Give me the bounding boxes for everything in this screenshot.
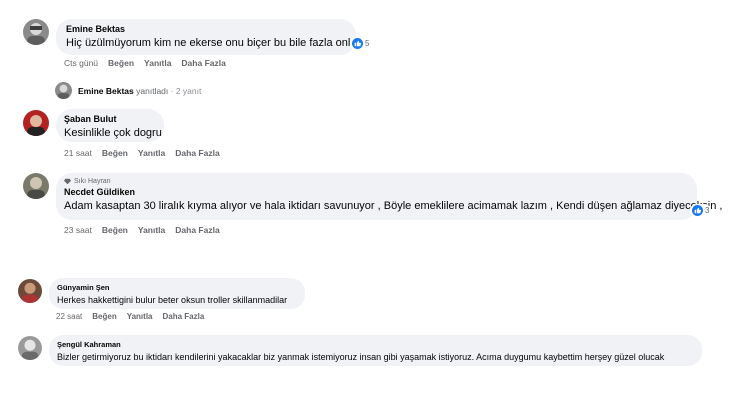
timestamp[interactable]: 22 saat: [56, 312, 82, 321]
avatar[interactable]: [18, 279, 42, 303]
comment-text: Herkes hakkettigini bulur beter oksun tr…: [57, 295, 288, 305]
comment-author[interactable]: Günyamin Şen: [57, 283, 297, 292]
like-button[interactable]: Beğen: [102, 148, 128, 158]
comment-author[interactable]: Şengül Kahraman: [57, 340, 694, 349]
comment-actions: 21 saat Beğen Yanıtla Daha Fazla: [64, 148, 220, 158]
badge-label: Sıkı Hayran: [74, 178, 111, 185]
comment-actions: 23 saat Beğen Yanıtla Daha Fazla: [64, 225, 220, 235]
reply-button[interactable]: Yanıtla: [127, 312, 153, 321]
comment-text: Hiç üzülmüyorum kim ne ekerse onu biçer …: [66, 37, 367, 49]
comment-text: Kesinlikle çok dogru: [64, 127, 162, 139]
comment-bubble: Günyamin Şen Herkes hakkettigini bulur b…: [49, 278, 305, 309]
diamond-icon: [64, 178, 71, 185]
comment-bubble: Şaban Bulut Kesinlikle çok dogru: [56, 109, 164, 142]
like-button[interactable]: Beğen: [102, 225, 128, 235]
reply-action: yanıtladı: [136, 85, 169, 96]
comment-author[interactable]: Emine Bektas: [66, 24, 346, 34]
like-button[interactable]: Beğen: [108, 58, 134, 68]
comment-bubble: Emine Bektas Hiç üzülmüyorum kim ne eker…: [56, 19, 367, 55]
reply-button[interactable]: Yanıtla: [138, 148, 165, 158]
comment-bubble: Şengül Kahraman Bizler getirmiyoruz bu i…: [49, 335, 702, 366]
comment-author[interactable]: Necdet Güldiken: [64, 187, 689, 197]
reaction-count[interactable]: 3: [690, 204, 712, 217]
timestamp[interactable]: Cts günü: [64, 58, 98, 68]
like-button[interactable]: Beğen: [92, 312, 116, 321]
more-button[interactable]: Daha Fazla: [175, 225, 219, 235]
comment-actions: Cts günü Beğen Yanıtla Daha Fazla: [64, 58, 226, 68]
comment-author[interactable]: Şaban Bulut: [64, 114, 156, 124]
reaction-number: 5: [365, 39, 370, 48]
timestamp[interactable]: 23 saat: [64, 225, 92, 235]
reply-author: Emine Bektas: [78, 85, 134, 96]
avatar[interactable]: [23, 110, 49, 136]
reaction-number: 3: [705, 206, 710, 215]
thumbs-up-icon: [352, 38, 363, 49]
avatar[interactable]: [23, 173, 49, 199]
more-button[interactable]: Daha Fazla: [175, 148, 219, 158]
reply-button[interactable]: Yanıtla: [138, 225, 165, 235]
more-button[interactable]: Daha Fazla: [181, 58, 225, 68]
fan-badge[interactable]: Sıkı Hayran: [64, 178, 689, 185]
avatar[interactable]: [18, 336, 42, 360]
reply-button[interactable]: Yanıtla: [144, 58, 171, 68]
comment-bubble: Sıkı Hayran Necdet Güldiken Adam kasapta…: [56, 173, 723, 220]
avatar: [55, 82, 72, 99]
timestamp[interactable]: 21 saat: [64, 148, 92, 158]
reaction-count[interactable]: 5: [350, 37, 372, 50]
avatar[interactable]: [23, 19, 49, 45]
more-button[interactable]: Daha Fazla: [163, 312, 205, 321]
reply-summary[interactable]: Emine Bektas yanıtladı · 2 yanıt: [55, 82, 201, 99]
comment-text: Adam kasaptan 30 liralık kıyma alıyor ve…: [64, 200, 723, 212]
comment-text: Bizler getirmiyoruz bu iktidarı kendiler…: [57, 352, 665, 362]
reply-count: · 2 yanıt: [170, 85, 202, 96]
thumbs-up-icon: [692, 205, 703, 216]
comment-actions: 22 saat Beğen Yanıtla Daha Fazla: [56, 312, 204, 321]
